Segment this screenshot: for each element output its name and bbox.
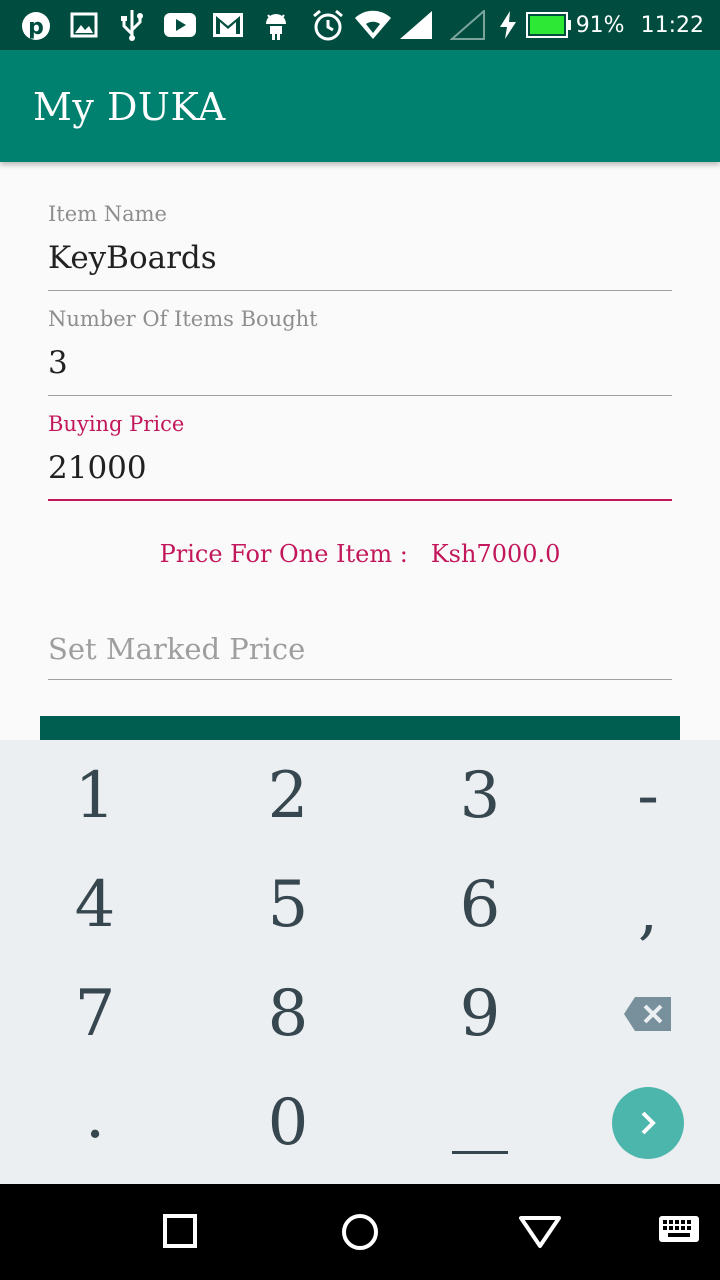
items-bought-field[interactable]: Number Of Items Bought 3 <box>48 307 672 397</box>
chevron-right-icon <box>641 1111 656 1134</box>
price-per-item-label: Price For One Item : <box>159 540 408 568</box>
key-3[interactable]: 3 <box>390 740 570 851</box>
navigation-bar <box>0 1184 720 1280</box>
svg-text:p: p <box>28 15 44 40</box>
key-2[interactable]: 2 <box>198 740 378 851</box>
buying-price-label: Buying Price <box>48 412 185 436</box>
usb-icon <box>121 10 143 41</box>
key-dot[interactable]: . <box>5 1060 185 1171</box>
key-0[interactable]: 0 <box>198 1067 378 1178</box>
save-button[interactable] <box>40 716 680 740</box>
app-title: My DUKA <box>33 85 226 129</box>
status-bar: p 91% 11:22 <box>0 0 720 50</box>
items-bought-label: Number Of Items Bought <box>48 307 318 331</box>
item-name-input[interactable]: KeyBoards <box>48 240 672 276</box>
price-per-item: Price For One Item : Ksh7000.0 <box>0 540 720 568</box>
form-content: Item Name KeyBoards Number Of Items Boug… <box>0 162 720 740</box>
item-name-field[interactable]: Item Name KeyBoards <box>48 202 672 292</box>
item-name-label: Item Name <box>48 202 167 226</box>
space-bar-line <box>452 1151 508 1154</box>
clock-time: 11:22 <box>640 12 704 38</box>
back-icon[interactable] <box>518 1208 562 1256</box>
key-minus[interactable]: - <box>558 740 720 851</box>
key-1[interactable]: 1 <box>5 740 185 851</box>
status-right: 91% 11:22 <box>498 0 704 50</box>
backspace-key[interactable] <box>558 958 720 1069</box>
numeric-keyboard: 1 2 3 - 4 5 6 , 7 8 9 . 0 <box>0 740 720 1184</box>
home-icon[interactable] <box>340 1208 380 1256</box>
pinterest-icon: p <box>22 12 50 40</box>
items-bought-input[interactable]: 3 <box>48 345 672 381</box>
enter-button[interactable] <box>612 1086 684 1159</box>
signal-icon <box>400 11 432 39</box>
recent-apps-icon[interactable] <box>162 1208 198 1256</box>
item-name-underline <box>48 290 672 291</box>
price-per-item-value: Ksh7000.0 <box>430 540 561 568</box>
image-icon <box>70 12 98 38</box>
key-9[interactable]: 9 <box>390 958 570 1069</box>
buying-price-input[interactable]: 21000 <box>48 450 672 486</box>
key-6[interactable]: 6 <box>390 849 570 960</box>
key-7[interactable]: 7 <box>5 958 185 1069</box>
buying-price-underline <box>48 499 672 501</box>
keyboard-icon[interactable] <box>658 1214 700 1246</box>
battery-percent: 91% <box>575 12 625 38</box>
buying-price-field[interactable]: Buying Price 21000 <box>48 412 672 502</box>
youtube-icon <box>164 13 196 37</box>
charging-icon <box>499 11 516 39</box>
marked-price-underline <box>48 679 672 680</box>
key-comma[interactable]: , <box>558 855 720 966</box>
android-icon <box>266 14 286 40</box>
battery-icon <box>525 12 571 38</box>
app-bar: My DUKA <box>0 50 720 162</box>
alarm-icon <box>313 9 343 41</box>
signal-empty-icon <box>450 10 485 40</box>
key-8[interactable]: 8 <box>198 958 378 1069</box>
wifi-icon <box>355 10 391 40</box>
key-5[interactable]: 5 <box>198 849 378 960</box>
backspace-icon <box>624 996 671 1031</box>
key-space[interactable] <box>390 1067 570 1178</box>
gmail-icon <box>213 13 243 37</box>
enter-key[interactable] <box>558 1067 720 1178</box>
key-4[interactable]: 4 <box>5 849 185 960</box>
marked-price-input[interactable]: Set Marked Price <box>48 632 672 666</box>
marked-price-field[interactable]: Set Marked Price <box>48 632 672 682</box>
items-bought-underline <box>48 395 672 396</box>
